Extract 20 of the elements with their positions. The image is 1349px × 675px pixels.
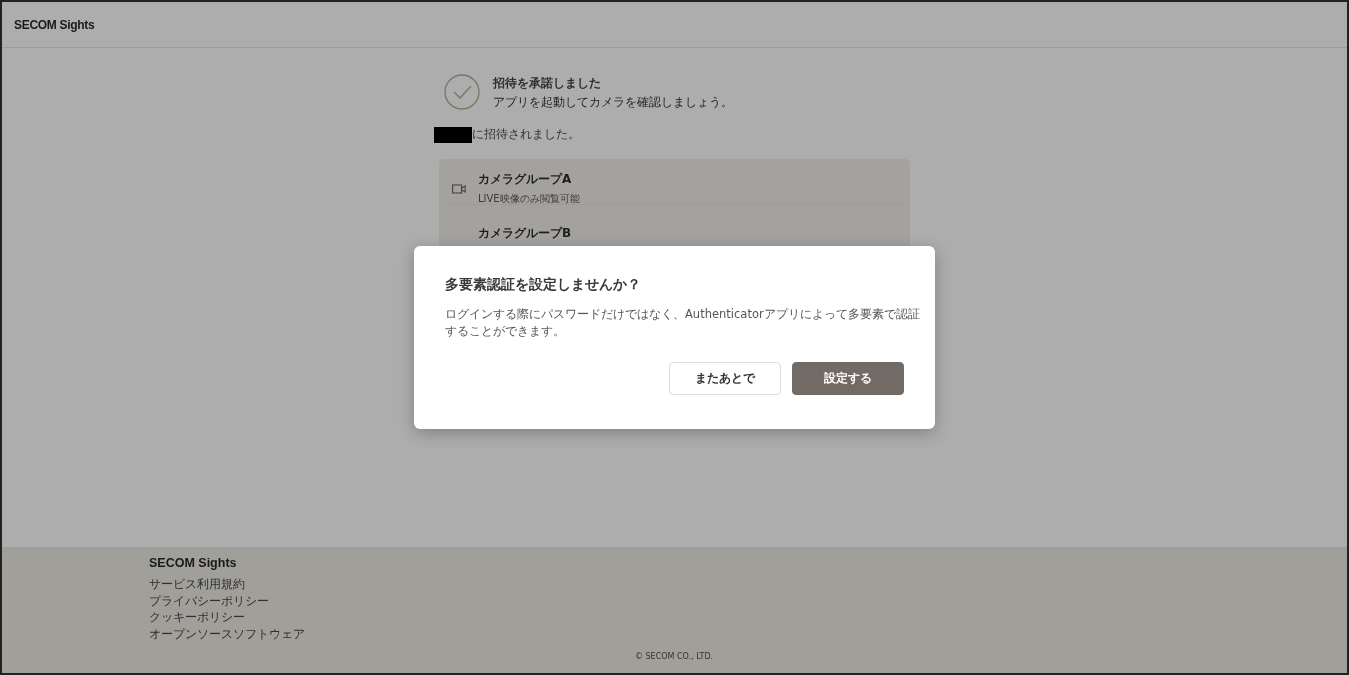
- later-button[interactable]: またあとで: [669, 362, 781, 395]
- footer-logo: SECOM Sights: [149, 556, 238, 570]
- dialog-title: 多要素認証を設定しませんか？: [445, 276, 642, 294]
- footer-link[interactable]: サービス利用規約: [149, 576, 245, 593]
- dialog-message: ログインする際にパスワードだけではなく、Authenticatorアプリによって多要素で認証することができます。: [445, 306, 920, 340]
- invite-message: に招待されました。: [472, 126, 580, 143]
- footer-link[interactable]: クッキーポリシー: [149, 609, 245, 626]
- footer-link[interactable]: オープンソースソフトウェア: [149, 625, 305, 642]
- camera-group-name: カメラグループB: [478, 224, 572, 242]
- check-circle-icon: [444, 74, 480, 110]
- logo-text[interactable]: SECOM Sights: [14, 17, 95, 32]
- redaction-bar: [434, 126, 472, 143]
- setup-button[interactable]: 設定する: [792, 362, 904, 395]
- status-title: 招待を承諾しました: [493, 74, 602, 92]
- video-camera-icon: [452, 183, 466, 194]
- camera-group-name: カメラグループA: [478, 171, 573, 188]
- status-subtitle: アプリを起動してカメラを確認しましょう。: [493, 94, 733, 110]
- copyright-text: © SECOM CO., LTD.: [635, 652, 714, 661]
- camera-group-permission: LIVE映像のみ閲覧可能: [478, 192, 580, 206]
- footer-link[interactable]: プライバシーポリシー: [149, 592, 269, 609]
